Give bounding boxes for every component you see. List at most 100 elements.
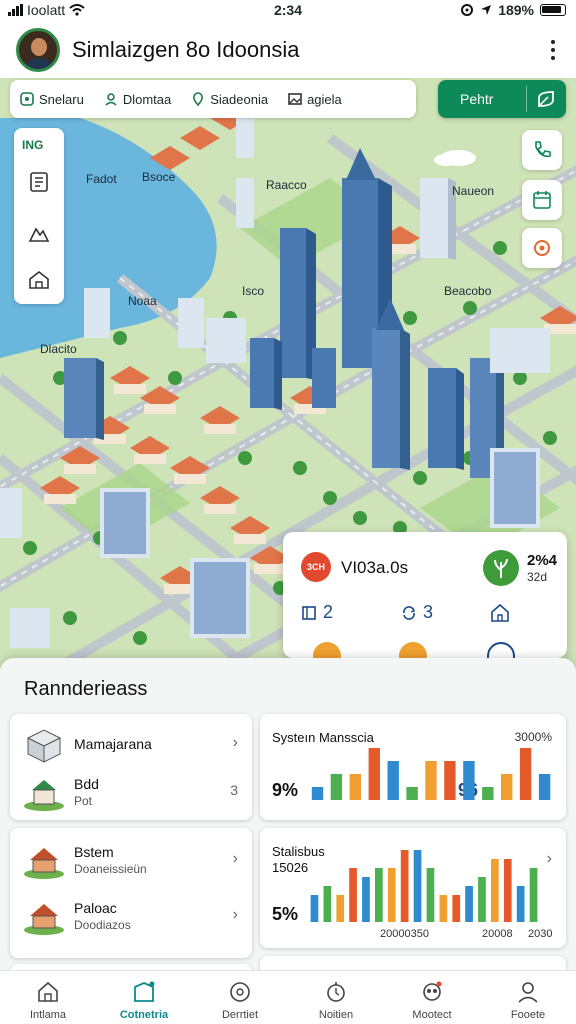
filter-chip[interactable]: agiela (288, 92, 342, 107)
chart-bar (452, 895, 461, 922)
battery-icon (540, 4, 566, 16)
map-label[interactable]: Beacobo (444, 284, 491, 298)
chart-card[interactable]: Stalisbus 15026 › 5% 20000350 20008 2030 (260, 828, 566, 948)
filter-chip[interactable]: Siadeonia (191, 92, 268, 107)
location-name: VI03a.0s (341, 558, 409, 577)
list-card: Bstem Doaneissieün › Paloac Doodiazos › (10, 828, 252, 958)
nav-item-history[interactable]: Derrtiet (192, 971, 288, 1024)
category-badge: 3CH (301, 552, 331, 582)
chart-bar (478, 877, 486, 922)
image-icon (288, 93, 302, 105)
chart-bar (406, 787, 418, 800)
stat-item[interactable]: 2 (301, 602, 333, 623)
alarm-icon (461, 4, 474, 16)
nav-item-map[interactable]: Cotnetria (96, 971, 192, 1024)
map-label[interactable]: Isco (242, 284, 264, 298)
leaf-icon (538, 91, 554, 107)
location-info-card[interactable]: 3CH VI03a.0s 2%4 32d 2 3 (283, 532, 567, 658)
nav-item-profile[interactable]: Fooete (480, 971, 576, 1024)
chart-bar (349, 868, 357, 922)
building-icon[interactable] (27, 268, 51, 292)
chevron-right-icon[interactable]: › (547, 850, 552, 868)
chart-bar (538, 774, 551, 800)
status-dot (399, 642, 427, 658)
map-label[interactable]: Naueon (452, 184, 494, 198)
chart-bar (529, 868, 538, 922)
list-item[interactable]: Bdd Pot 3 (10, 768, 252, 816)
tool-panel-label: ING (22, 138, 44, 152)
leaf-icon (494, 558, 508, 578)
chart-meta: 3000% (514, 730, 552, 744)
filter-chip[interactable]: Dlomtaa (104, 92, 171, 107)
chart-title: Systeın Mansscia (272, 730, 374, 745)
chart-bar (330, 774, 343, 800)
chart-bar (387, 761, 399, 800)
chart-bar (444, 761, 456, 800)
chart-footer: 20008 (482, 928, 513, 940)
location-arrow-icon (481, 5, 492, 15)
list-item[interactable]: Paloac Doodiazos › (10, 892, 252, 940)
info-subvalue: 32d (527, 570, 548, 584)
stat-item[interactable]: 3 (401, 602, 433, 623)
map-label[interactable]: Bsoce (142, 170, 175, 184)
info-value: 2%4 (527, 552, 558, 569)
chart-bar (387, 868, 396, 922)
home-outline-icon[interactable] (489, 602, 511, 624)
target-button[interactable] (522, 228, 562, 268)
list-item[interactable]: Bstem Doaneissieün › (10, 836, 252, 884)
bar-chart (310, 850, 538, 922)
chart-value: 9% (272, 780, 299, 800)
chart-subtitle: 15026 (272, 860, 309, 875)
calendar-button[interactable] (522, 180, 562, 220)
eco-button[interactable] (483, 550, 519, 586)
chart-card[interactable]: Systeın Mansscia 3000% 9% 96 (260, 714, 566, 820)
nav-item-notifications[interactable]: Noitien (288, 971, 384, 1024)
list-item[interactable]: Mamajarana › (10, 720, 252, 768)
primary-action-button[interactable]: Pehtr (438, 80, 566, 118)
nav-item-home[interactable]: Intlama (0, 971, 96, 1024)
nav-item-community[interactable]: Mootect (384, 971, 480, 1024)
list-card: Mamajarana › Bdd Pot 3 (10, 714, 252, 820)
bar-chart (311, 748, 551, 800)
chart-footer: 2030 (528, 928, 553, 940)
house-icon (24, 780, 64, 811)
chart-bar (311, 787, 324, 800)
terrain-icon[interactable] (27, 222, 51, 246)
chart-bar (425, 761, 437, 800)
avatar[interactable] (16, 28, 60, 72)
chart-footer: 20000350 (380, 928, 429, 940)
map-label[interactable]: Dlacito (40, 342, 77, 356)
status-bar: Ioolatt 2:34 189% (0, 0, 576, 22)
chart-bar (519, 748, 532, 800)
map-label[interactable]: Noaa (128, 294, 157, 308)
chat-square-icon (20, 92, 34, 106)
chart-bar (413, 850, 422, 922)
chart-bar (482, 787, 494, 800)
map-label[interactable]: Raacco (266, 178, 307, 192)
chart-bar (323, 886, 332, 922)
chart-bar (491, 859, 499, 922)
target-icon (534, 240, 550, 256)
more-menu-icon[interactable] (550, 40, 556, 60)
refresh-icon (403, 605, 416, 620)
chevron-right-icon: › (232, 734, 238, 751)
map-label[interactable]: Fadot (86, 172, 117, 186)
document-icon[interactable] (27, 170, 51, 194)
chart-bar (426, 868, 435, 922)
location-pin-icon (193, 92, 204, 106)
filter-chip[interactable]: Snelaru (20, 92, 84, 107)
map-tool-panel: ING (14, 128, 64, 304)
chart-bar (310, 895, 319, 922)
phone-button[interactable] (522, 130, 562, 170)
bell-icon (327, 982, 345, 1002)
chevron-right-icon: › (232, 850, 238, 867)
app-header: Simlaizgen 8o Idoonsia (0, 22, 576, 78)
status-dot (313, 642, 341, 658)
chart-bar (516, 886, 525, 922)
house-icon (24, 904, 64, 935)
calendar-icon (533, 191, 551, 209)
book-icon (302, 605, 316, 620)
chart-value: 5% (272, 904, 299, 924)
battery-percent: 189% (498, 2, 534, 18)
house-icon (24, 848, 64, 879)
